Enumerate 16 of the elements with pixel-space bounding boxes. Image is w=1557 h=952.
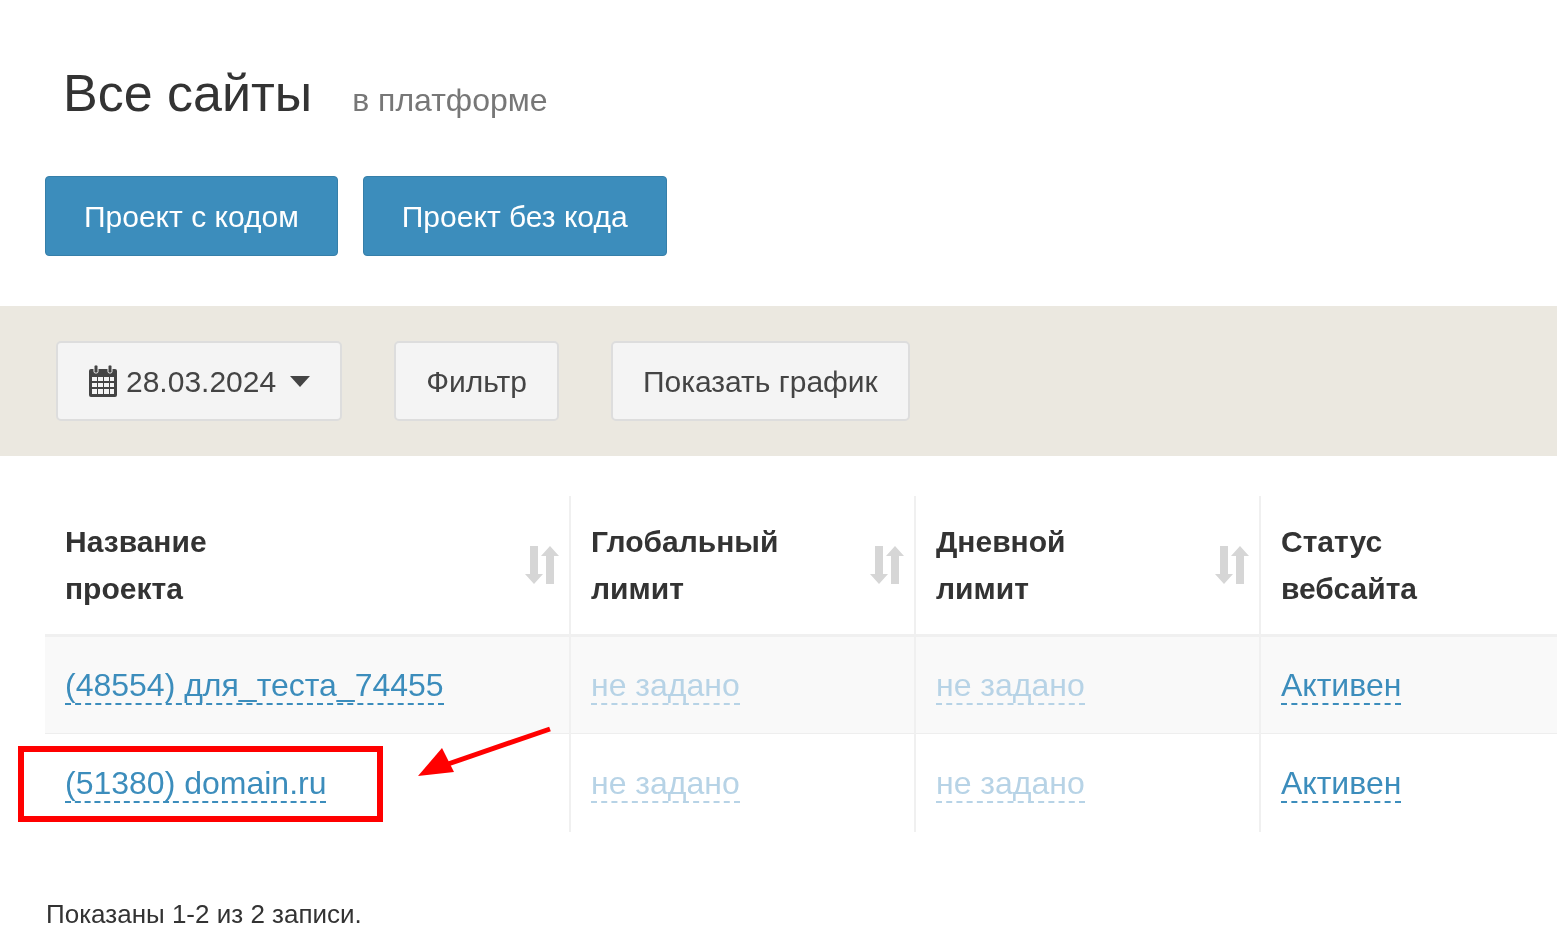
status-link[interactable]: Активен (1281, 765, 1402, 804)
sort-icon[interactable] (1215, 546, 1249, 585)
new-project-button[interactable]: Проект без кода (362, 176, 667, 257)
page-title: Все сайты (63, 63, 313, 124)
caret-icon (290, 375, 311, 387)
page-subtitle: в платформе (352, 81, 548, 120)
date-picker-button[interactable]: 28.03.2024 (56, 341, 343, 422)
status-link[interactable]: Активен (1281, 667, 1402, 706)
filter-button[interactable]: Фильтр (394, 341, 559, 422)
sort-icon[interactable] (870, 546, 904, 585)
sort-icon[interactable] (525, 546, 559, 585)
project-link[interactable]: (51380) domain.ru (65, 765, 327, 804)
calendar-icon (88, 364, 118, 399)
new-project-button[interactable]: Проект с кодом (45, 176, 338, 257)
show-chart-button[interactable]: Показать график (610, 341, 910, 422)
records-summary: Показаны 1-2 из 2 записи. (46, 897, 363, 931)
